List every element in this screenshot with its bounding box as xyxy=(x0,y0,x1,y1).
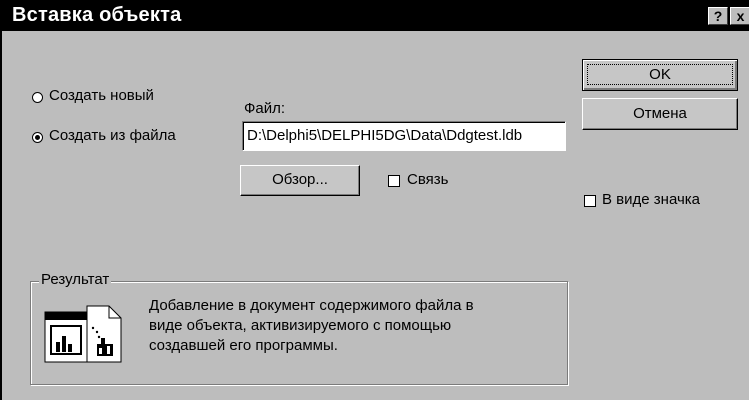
create-from-file-label[interactable]: Создать из файла xyxy=(49,127,176,144)
link-label[interactable]: Связь xyxy=(407,171,448,188)
create-from-file-radio[interactable] xyxy=(32,132,43,143)
create-new-radio[interactable] xyxy=(32,92,43,103)
close-button[interactable]: x xyxy=(730,7,749,25)
help-button[interactable]: ? xyxy=(708,7,728,25)
result-group-title: Результат xyxy=(39,271,112,288)
ok-button[interactable]: OK xyxy=(582,59,738,91)
create-new-label[interactable]: Создать новый xyxy=(49,87,154,104)
result-description: Добавление в документ содержимого файла … xyxy=(149,297,474,354)
insert-file-object-icon xyxy=(44,305,122,363)
file-label: Файл: xyxy=(244,100,286,117)
browse-button[interactable]: Обзор... xyxy=(240,165,360,196)
display-as-icon-checkbox[interactable] xyxy=(584,195,596,207)
ok-button-label: OK xyxy=(649,66,671,83)
link-checkbox[interactable] xyxy=(388,175,400,187)
display-as-icon-label[interactable]: В виде значка xyxy=(602,191,700,208)
insert-object-dialog: Вставка объекта ? x Создать новый Создат… xyxy=(0,0,749,400)
cancel-button[interactable]: Отмена xyxy=(582,98,738,130)
dialog-title: Вставка объекта xyxy=(12,4,182,26)
title-bar[interactable]: Вставка объекта ? x xyxy=(2,1,749,31)
file-path-input[interactable]: D:\Delphi5\DELPHI5DG\Data\Ddgtest.ldb xyxy=(242,121,566,151)
result-group: Результат Добавление в документ содержим… xyxy=(30,271,568,385)
